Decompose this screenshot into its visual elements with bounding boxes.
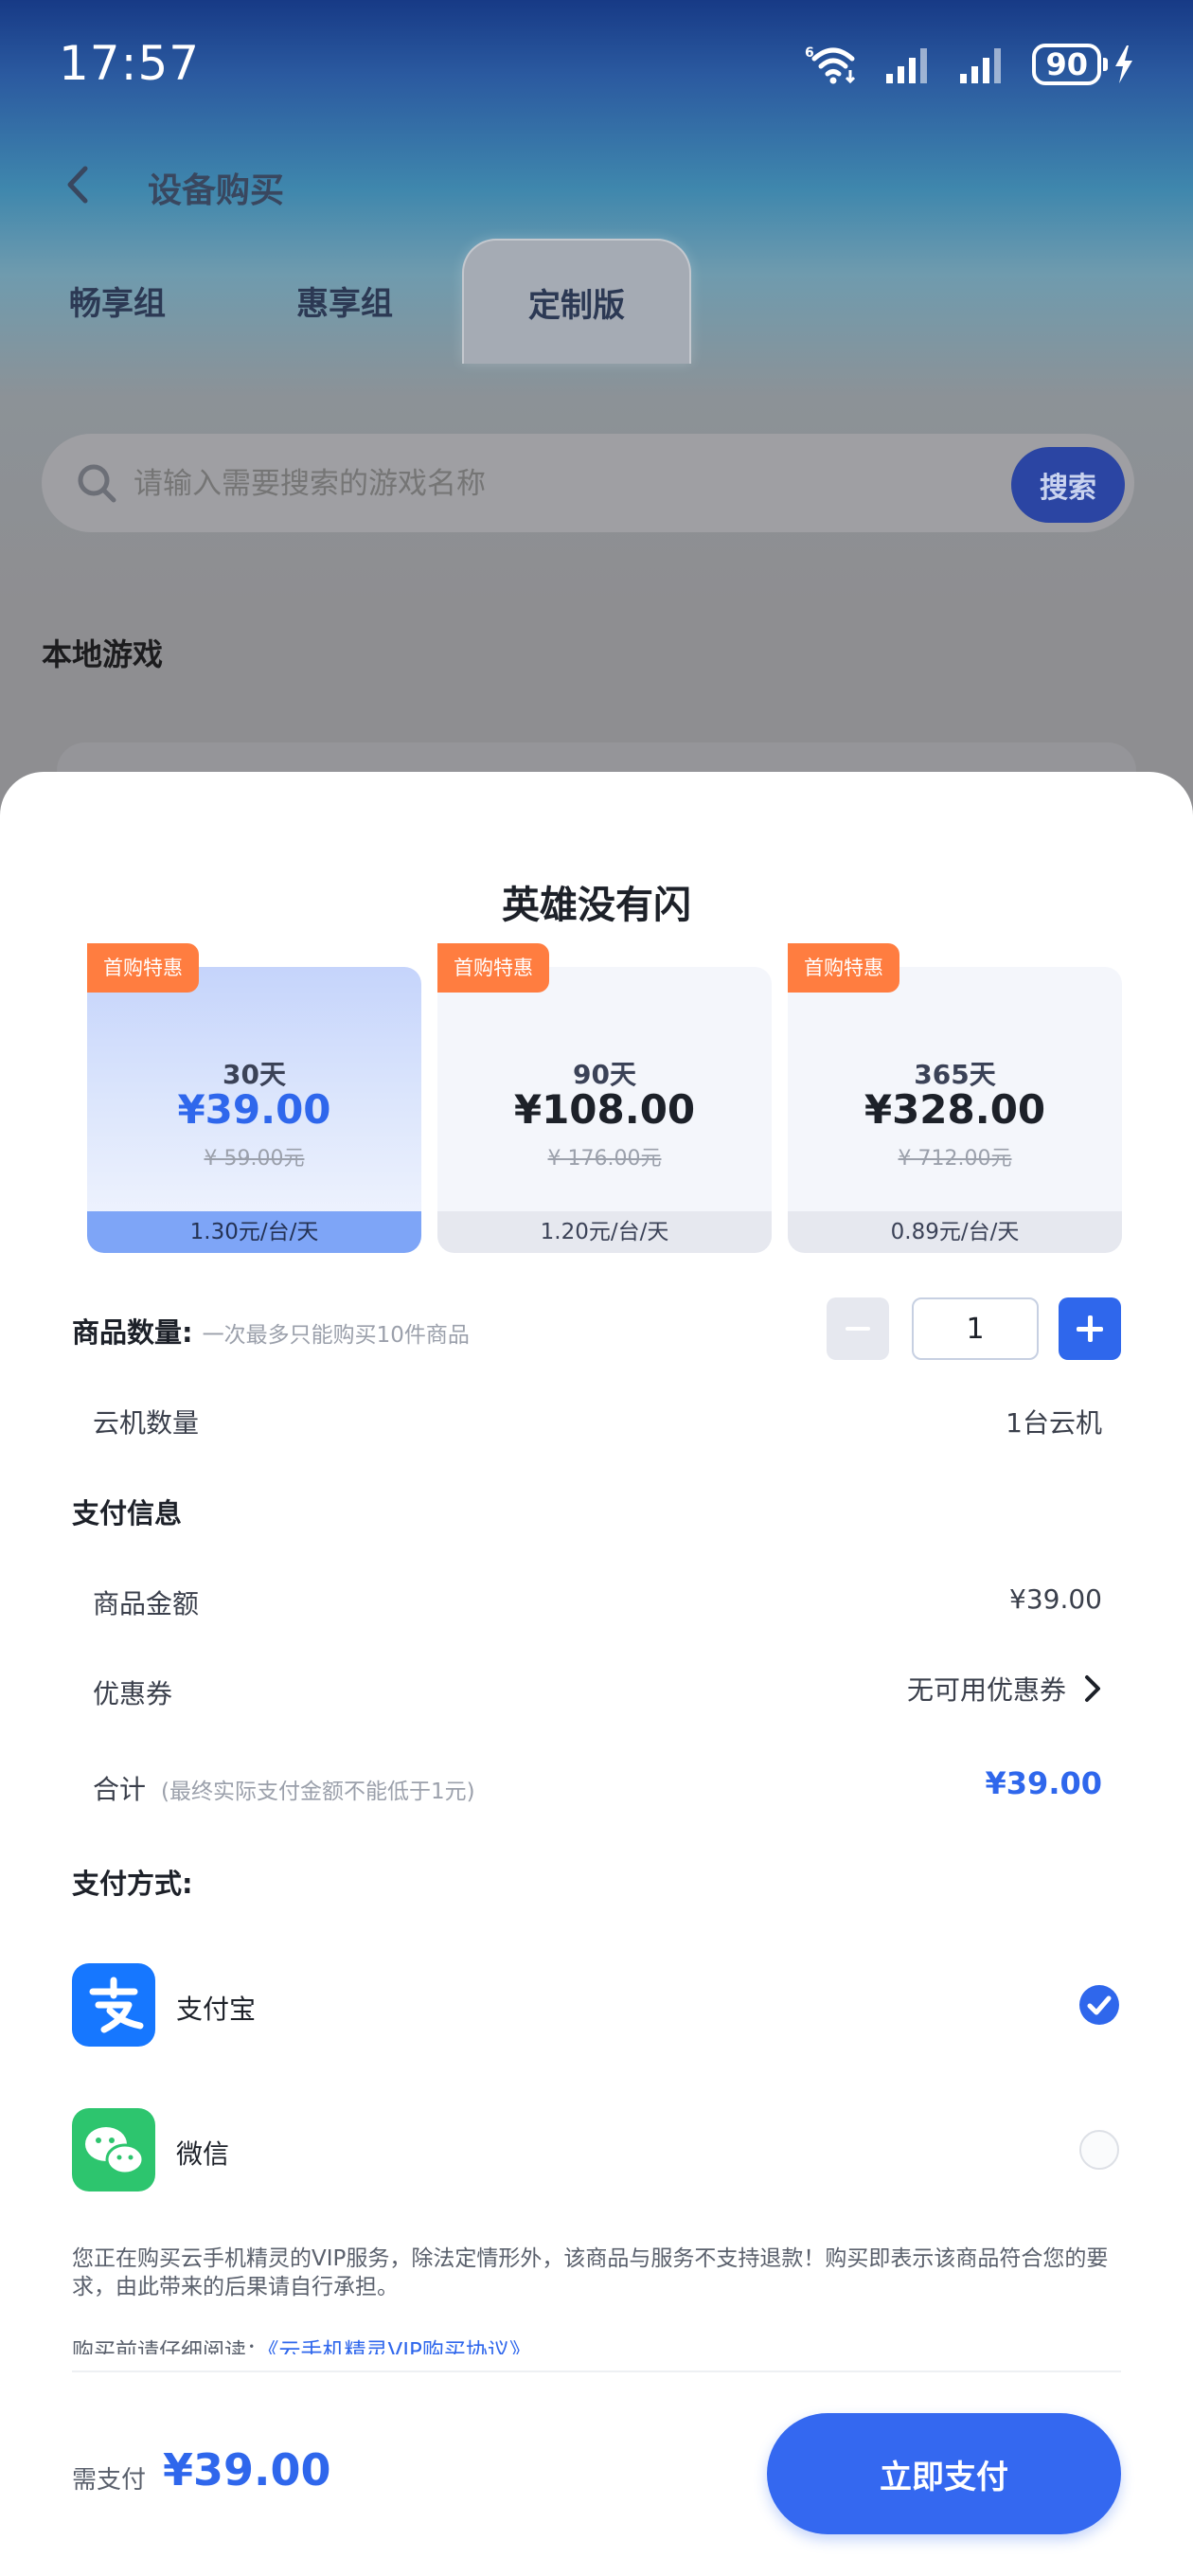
plan-badge: 首购特惠 bbox=[437, 943, 549, 993]
battery-level: 90 bbox=[1032, 44, 1101, 85]
plan-price: ¥108.00 bbox=[513, 1086, 696, 1133]
divider bbox=[72, 2370, 1121, 2372]
chevron-right-icon bbox=[1085, 1675, 1100, 1702]
agreement-row: 购买前请仔细阅读：《云手机精灵VIP购买协议》 bbox=[72, 2337, 1123, 2354]
page-title: 设备购买 bbox=[148, 171, 285, 210]
total-value: ¥39.00 bbox=[985, 1765, 1102, 1801]
footer-pay-label: 需支付 bbox=[72, 2466, 147, 2495]
signal-icon-1 bbox=[886, 48, 928, 83]
amount-value: ¥39.00 bbox=[1009, 1583, 1102, 1615]
wechat-radio[interactable] bbox=[1079, 2130, 1119, 2170]
search-bar: 搜索 bbox=[42, 434, 1134, 534]
plan-badge-wrap: 首购特惠 bbox=[87, 943, 199, 993]
search-icon bbox=[78, 464, 116, 503]
plan-unit-price: 1.20元/台/天 bbox=[437, 1211, 772, 1253]
plan-badge-wrap: 首购特惠 bbox=[437, 943, 549, 993]
charging-icon bbox=[1115, 45, 1132, 83]
nav-bar: 设备购买 bbox=[0, 142, 1193, 227]
quantity-input[interactable] bbox=[912, 1297, 1039, 1360]
check-icon bbox=[1087, 1995, 1112, 2015]
pay-method-title: 支付方式: bbox=[72, 1868, 193, 1900]
quantity-minus-button[interactable] bbox=[827, 1297, 889, 1360]
total-row: 合计 (最终实际支付金额不能低于1元) bbox=[93, 1769, 475, 1807]
footer-amount: ¥39.00 bbox=[163, 2444, 331, 2496]
status-time: 17:57 bbox=[59, 36, 201, 91]
coupon-value: 无可用优惠券 bbox=[906, 1674, 1066, 1706]
tab-changxiang[interactable]: 畅享组 bbox=[47, 239, 187, 362]
search-input[interactable] bbox=[132, 434, 893, 534]
pay-now-button[interactable]: 立即支付 bbox=[767, 2413, 1121, 2534]
local-games-title: 本地游戏 bbox=[42, 636, 164, 672]
quantity-label: 商品数量: bbox=[72, 1316, 193, 1349]
quantity-hint: 一次最多只能购买10件商品 bbox=[202, 1323, 470, 1348]
plan-card-365[interactable]: 365天 ¥328.00 ¥ 712.00元 0.89元/台/天 bbox=[788, 967, 1122, 1253]
wechat-icon bbox=[72, 2108, 155, 2191]
plan-original-price: ¥ 176.00元 bbox=[547, 1147, 662, 1171]
plan-unit-price: 1.30元/台/天 bbox=[87, 1211, 421, 1253]
status-bar: 17:57 6 90 bbox=[0, 0, 1193, 133]
agreement-prefix: 购买前请仔细阅读： bbox=[72, 2339, 268, 2354]
tab-custom[interactable]: 定制版 bbox=[462, 239, 691, 364]
game-title: 英雄没有闪 bbox=[502, 884, 691, 927]
agreement-link[interactable]: 《云手机精灵VIP购买协议》 bbox=[268, 2339, 531, 2354]
plan-badge: 首购特惠 bbox=[788, 943, 899, 993]
battery-tip bbox=[1103, 58, 1108, 71]
quantity-plus-button[interactable] bbox=[1059, 1297, 1121, 1360]
alipay-icon bbox=[72, 1963, 155, 2047]
plan-card-30[interactable]: 30天 ¥39.00 ¥ 59.00元 1.30元/台/天 bbox=[87, 967, 421, 1253]
plan-price: ¥39.00 bbox=[177, 1086, 331, 1133]
coupon-label: 优惠券 bbox=[93, 1678, 173, 1709]
tab-huixiang[interactable]: 惠享组 bbox=[275, 239, 415, 362]
group-tabs: 畅享组 惠享组 定制版 bbox=[0, 239, 1193, 371]
total-label: 合计 bbox=[93, 1774, 147, 1805]
total-hint: (最终实际支付金额不能低于1元) bbox=[161, 1780, 475, 1804]
plan-card-90[interactable]: 90天 ¥108.00 ¥ 176.00元 1.20元/台/天 bbox=[437, 967, 772, 1253]
battery-indicator: 90 bbox=[1032, 44, 1134, 85]
cloud-count-label: 云机数量 bbox=[93, 1407, 200, 1439]
signal-icon-2 bbox=[960, 48, 1002, 83]
refund-notice: 您正在购买云手机精灵的VIP服务，除法定情形外，该商品与服务不支持退款！购买即表… bbox=[72, 2246, 1109, 2299]
wifi-icon: 6 bbox=[805, 45, 856, 84]
status-icons: 6 90 bbox=[805, 44, 1134, 85]
amount-label: 商品金额 bbox=[93, 1588, 200, 1619]
alipay-label: 支付宝 bbox=[176, 1994, 257, 2025]
back-arrow-icon bbox=[67, 166, 88, 204]
quantity-row: 商品数量: 一次最多只能购买10件商品 bbox=[72, 1311, 470, 1351]
plan-original-price: ¥ 59.00元 bbox=[204, 1147, 305, 1171]
alipay-radio[interactable] bbox=[1079, 1985, 1119, 2025]
plan-original-price: ¥ 712.00元 bbox=[898, 1147, 1012, 1171]
cloud-count-value: 1台云机 bbox=[1006, 1407, 1102, 1439]
plan-badge-wrap: 首购特惠 bbox=[788, 943, 899, 993]
wechat-label: 微信 bbox=[176, 2138, 230, 2170]
plan-price: ¥328.00 bbox=[864, 1086, 1046, 1133]
purchase-sheet: 英雄没有闪 30天 ¥39.00 ¥ 59.00元 1.30元/台/天 首购特惠… bbox=[0, 772, 1193, 2576]
coupon-selector[interactable]: 无可用优惠券 bbox=[907, 1670, 1102, 1708]
plan-unit-price: 0.89元/台/天 bbox=[788, 1211, 1122, 1253]
search-button[interactable]: 搜索 bbox=[1011, 447, 1125, 523]
pay-info-title: 支付信息 bbox=[72, 1497, 183, 1530]
back-button[interactable] bbox=[57, 161, 104, 208]
plan-badge: 首购特惠 bbox=[87, 943, 199, 993]
